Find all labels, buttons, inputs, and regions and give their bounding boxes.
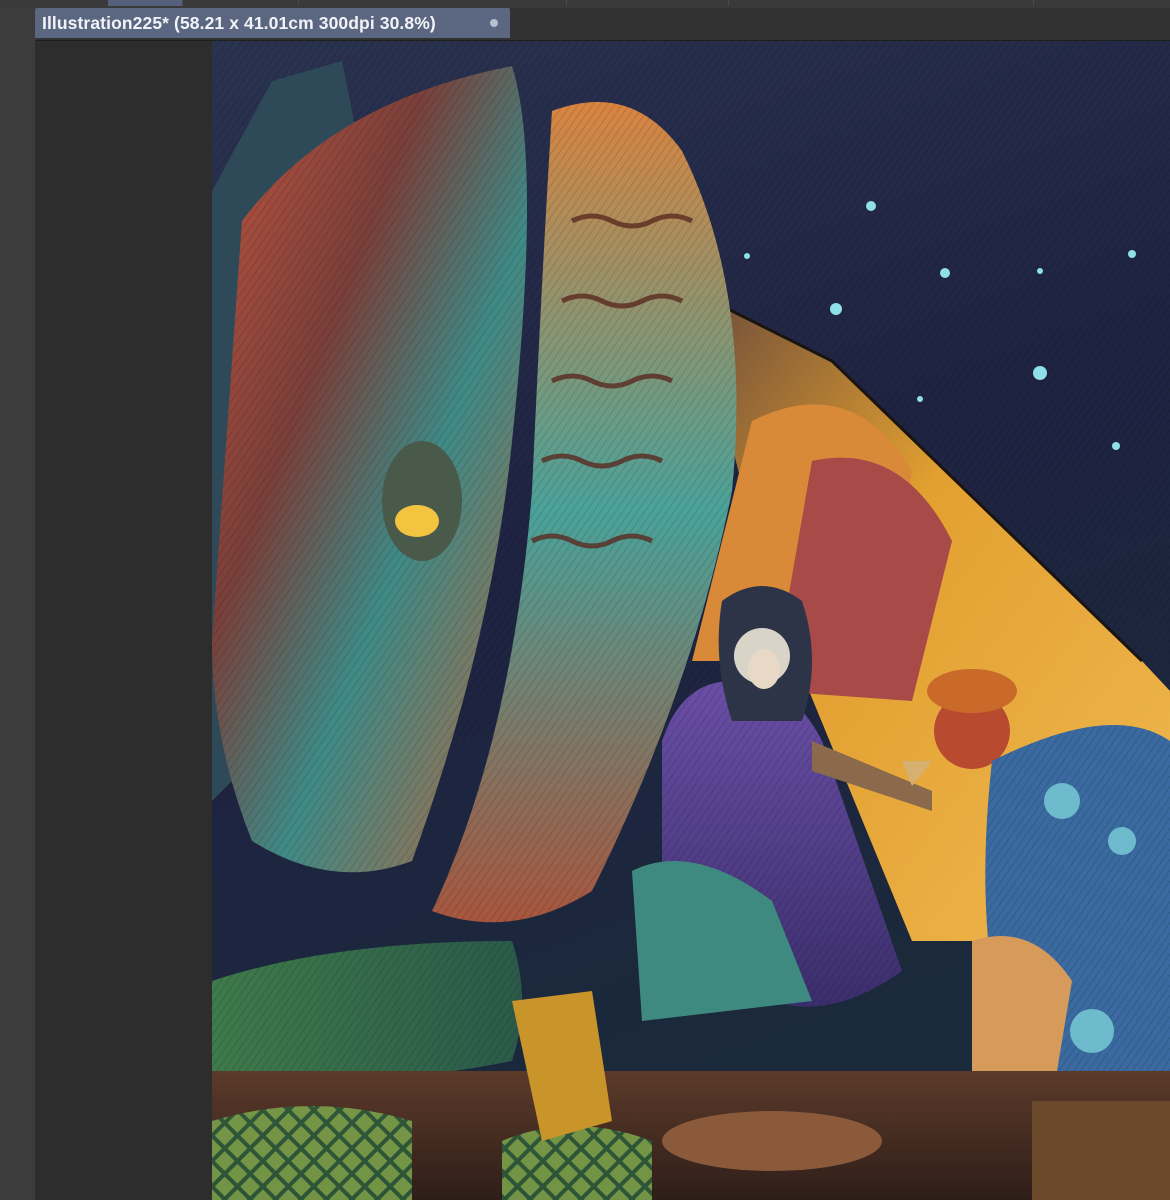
document-tab-bar: Illustration225* (58.21 x 41.01cm 300dpi…	[35, 8, 1170, 41]
toolbar-segment	[566, 0, 729, 6]
canvas-workspace[interactable]	[35, 41, 1170, 1200]
toolbar-segment-active[interactable]	[108, 0, 183, 6]
toolbar-segment	[0, 0, 109, 6]
document-tab-title: Illustration225* (58.21 x 41.01cm 300dpi…	[42, 12, 436, 33]
document-tab[interactable]: Illustration225* (58.21 x 41.01cm 300dpi…	[35, 8, 510, 38]
toolbar-segment	[728, 0, 1034, 6]
illustration-canvas[interactable]	[212, 41, 1170, 1200]
toolbar-segment	[182, 0, 299, 6]
top-toolbar-strip	[0, 0, 1170, 8]
left-panel-gutter	[0, 8, 36, 1200]
illustration-artwork	[212, 41, 1170, 1200]
unsaved-dot-icon[interactable]	[490, 19, 498, 27]
toolbar-segment	[298, 0, 567, 6]
